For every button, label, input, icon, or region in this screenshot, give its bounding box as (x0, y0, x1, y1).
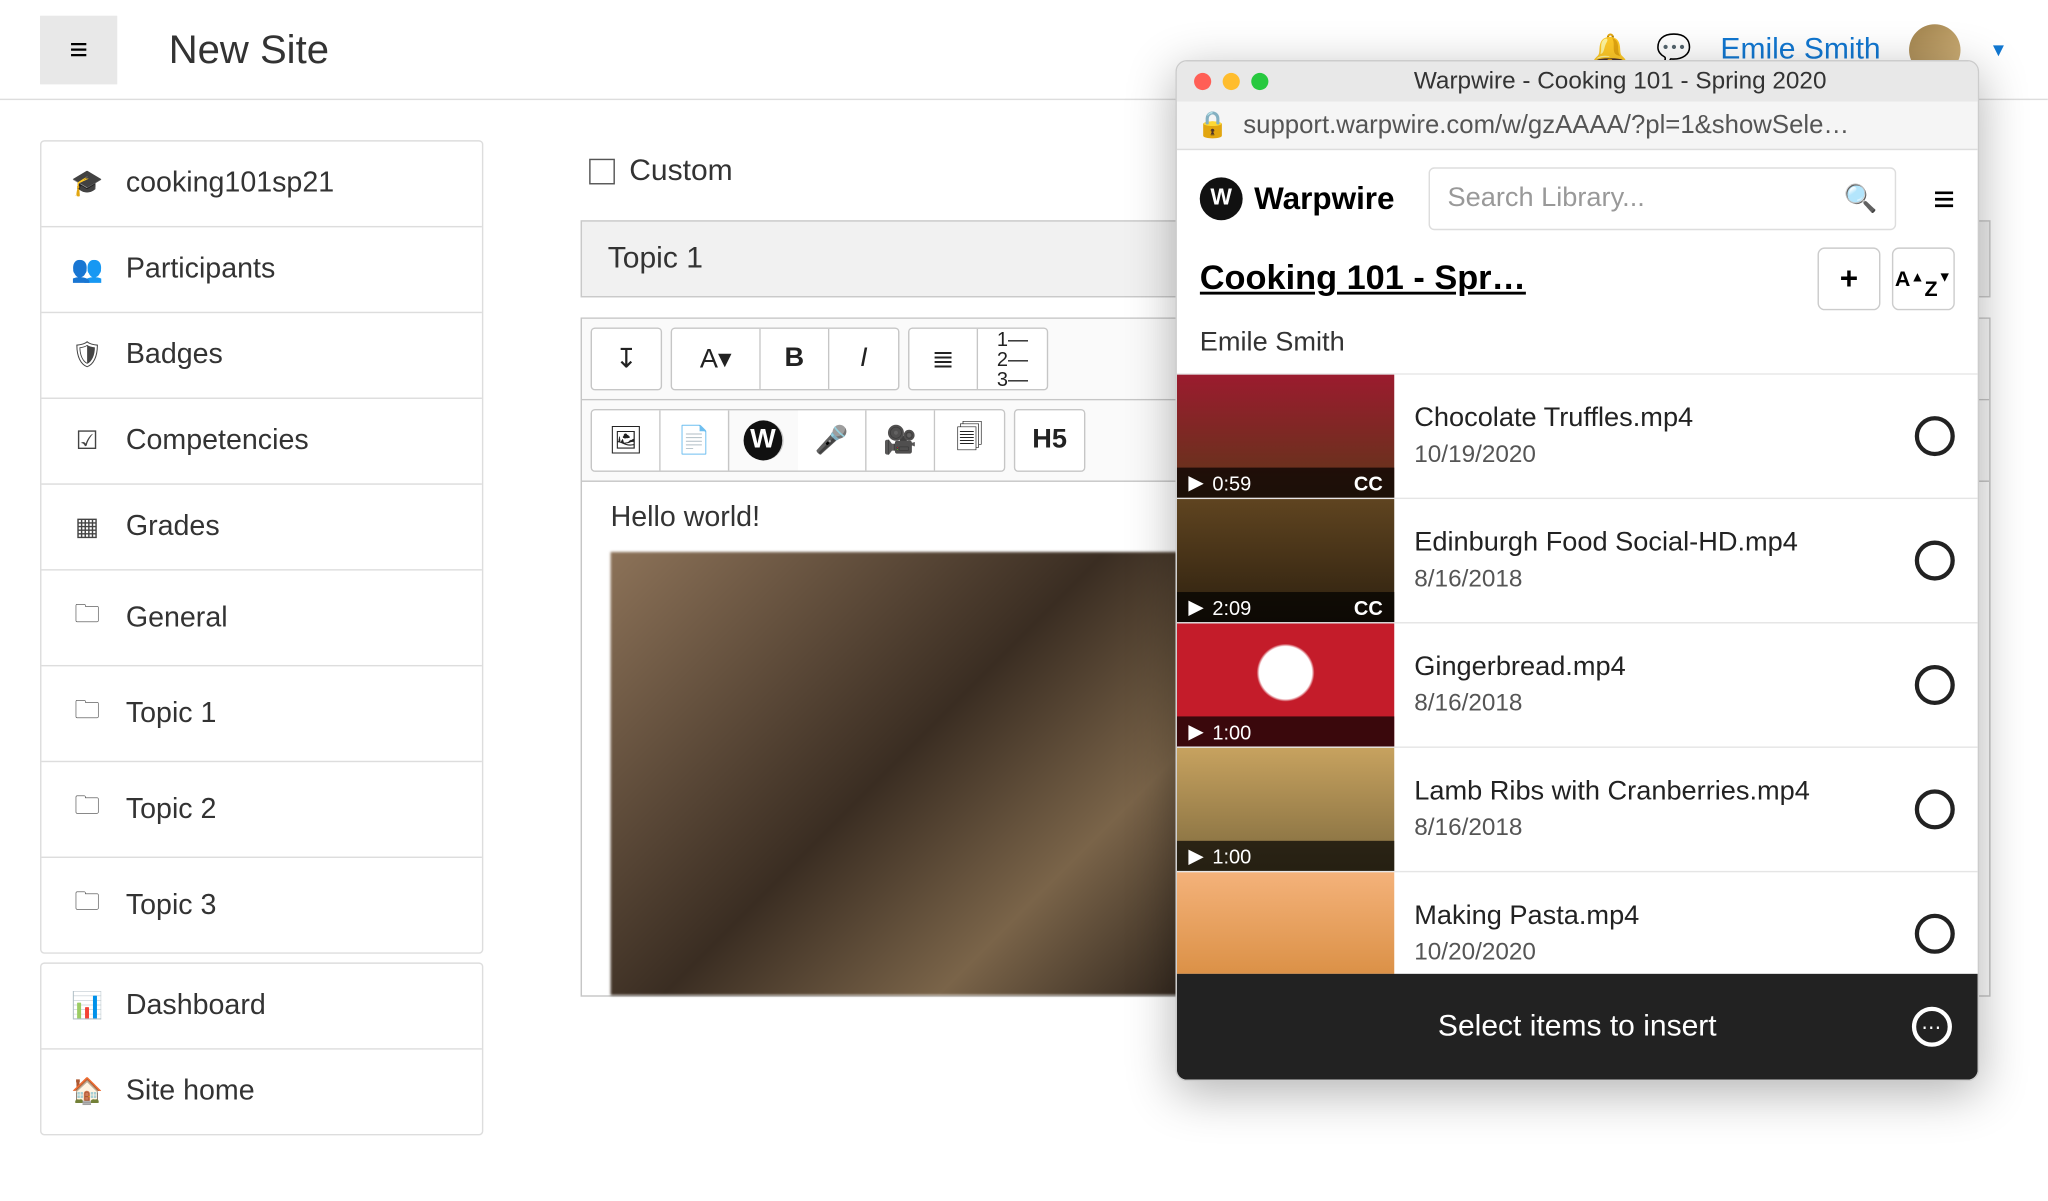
editor-embedded-image (611, 552, 1269, 995)
select-radio[interactable] (1915, 914, 1955, 954)
video-button[interactable]: 🎥 (867, 410, 936, 470)
close-window-icon[interactable] (1194, 73, 1211, 90)
media-thumbnail: ▶ 2:09 CC (1177, 499, 1394, 622)
media-thumbnail: ▶ 0:59 CC (1177, 375, 1394, 498)
dashboard-icon (70, 991, 104, 1021)
window-titlebar: Warpwire - Cooking 101 - Spring 2020 (1177, 61, 1978, 101)
play-icon: ▶ (1188, 844, 1203, 868)
library-owner: Emile Smith (1177, 322, 1978, 373)
url-text: support.warpwire.com/w/gzAAAA/?pl=1&show… (1243, 110, 1849, 140)
users-icon (70, 255, 104, 285)
sidebar-item-badges[interactable]: Badges (41, 313, 481, 399)
sidebar-item-dashboard[interactable]: Dashboard (41, 964, 481, 1050)
sidebar-item-participants[interactable]: Participants (41, 227, 481, 313)
folder-icon (70, 884, 104, 927)
footer-text: Select items to insert (1438, 1010, 1717, 1044)
warpwire-logo: W Warpwire (1200, 177, 1395, 220)
media-filename: Chocolate Truffles.mp4 (1414, 403, 1894, 434)
search-input[interactable]: Search Library... 🔍 (1429, 167, 1896, 230)
lock-icon: 🔒 (1197, 110, 1229, 140)
window-title: Warpwire - Cooking 101 - Spring 2020 (1280, 67, 1961, 96)
duration: 1:00 (1212, 720, 1251, 743)
sidebar-item-topic3[interactable]: Topic 3 (41, 858, 481, 952)
sidebar-item-competencies[interactable]: Competencies (41, 399, 481, 485)
media-filename: Making Pasta.mp4 (1414, 901, 1894, 932)
media-item[interactable]: ▶ 1:00 Gingerbread.mp4 8/16/2018 (1177, 622, 1978, 746)
toolbar-toggle-button[interactable]: ↧ (592, 329, 661, 389)
select-radio[interactable] (1915, 416, 1955, 456)
cc-badge: CC (1354, 471, 1383, 494)
sort-button[interactable]: A▲Z▼ (1892, 247, 1955, 310)
media-filename: Edinburgh Food Social-HD.mp4 (1414, 528, 1894, 559)
folder-icon (70, 596, 104, 639)
media-date: 8/16/2018 (1414, 565, 1894, 594)
media-filename: Lamb Ribs with Cranberries.mp4 (1414, 776, 1894, 807)
sidebar-item-sitehome[interactable]: Site home (41, 1050, 481, 1134)
bold-button[interactable]: B (761, 329, 830, 389)
select-radio[interactable] (1915, 665, 1955, 705)
home-icon (70, 1077, 104, 1107)
more-options-icon[interactable]: ⋯ (1912, 1007, 1952, 1047)
italic-button[interactable]: I (829, 329, 898, 389)
media-date: 10/20/2020 (1414, 938, 1894, 967)
media-thumbnail: ▶ 1:00 (1177, 748, 1394, 871)
play-icon: ▶ (1188, 719, 1203, 743)
play-icon: ▶ (1188, 470, 1203, 494)
media-item[interactable]: Making Pasta.mp4 10/20/2020 (1177, 871, 1978, 974)
cc-badge: CC (1354, 596, 1383, 619)
media-date: 8/16/2018 (1414, 689, 1894, 718)
duration: 1:00 (1212, 844, 1251, 867)
media-thumbnail (1177, 872, 1394, 974)
warpwire-popup-window: Warpwire - Cooking 101 - Spring 2020 🔒 s… (1175, 60, 1979, 1081)
folder-icon (70, 788, 104, 831)
warpwire-button[interactable]: W (744, 420, 784, 460)
image-button[interactable]: 🖼 (592, 410, 661, 470)
play-icon: ▶ (1188, 595, 1203, 619)
graduation-icon (70, 169, 104, 199)
files-button[interactable]: 🗐 (935, 410, 1004, 470)
custom-label: Custom (629, 154, 732, 188)
shield-icon (70, 340, 104, 370)
duration: 0:59 (1212, 471, 1251, 494)
media-thumbnail: ▶ 1:00 (1177, 623, 1394, 746)
grid-icon (70, 512, 104, 542)
duration: 2:09 (1212, 596, 1251, 619)
bullet-list-button[interactable]: ≣ (909, 329, 978, 389)
user-menu-caret-icon[interactable]: ▼ (1989, 39, 2007, 60)
main-menu-toggle[interactable]: ≡ (40, 15, 117, 84)
minimize-window-icon[interactable] (1223, 73, 1240, 90)
media-item[interactable]: ▶ 2:09 CC Edinburgh Food Social-HD.mp4 8/1… (1177, 498, 1978, 622)
font-style-button[interactable]: A▾ (672, 329, 761, 389)
media-date: 8/16/2018 (1414, 814, 1894, 843)
sidebar-item-topic2[interactable]: Topic 2 (41, 762, 481, 858)
h5p-button[interactable]: H5 (1015, 410, 1084, 470)
numbered-list-button[interactable]: 1—2—3— (978, 329, 1047, 389)
custom-checkbox[interactable] (589, 159, 615, 185)
search-icon: 🔍 (1843, 182, 1877, 216)
maximize-window-icon[interactable] (1251, 73, 1268, 90)
sidebar-item-grades[interactable]: Grades (41, 485, 481, 571)
media-item[interactable]: ▶ 0:59 CC Chocolate Truffles.mp4 10/19/202… (1177, 373, 1978, 497)
warpwire-menu-button[interactable]: ≡ (1933, 177, 1955, 221)
check-icon (70, 426, 104, 456)
add-button[interactable]: + (1818, 247, 1881, 310)
sidebar-item-topic1[interactable]: Topic 1 (41, 666, 481, 762)
sidebar-item-general[interactable]: General (41, 571, 481, 667)
library-title[interactable]: Cooking 101 - Spr… (1200, 259, 1806, 299)
media-filename: Gingerbread.mp4 (1414, 652, 1894, 683)
select-radio[interactable] (1915, 789, 1955, 829)
select-radio[interactable] (1915, 541, 1955, 581)
sidebar-item-course[interactable]: cooking101sp21 (41, 142, 481, 228)
file-button[interactable]: 📄 (661, 410, 730, 470)
media-date: 10/19/2020 (1414, 440, 1894, 469)
mic-button[interactable]: 🎤 (798, 410, 867, 470)
popup-footer: Select items to insert ⋯ (1177, 974, 1978, 1080)
nav-group-site: Dashboard Site home (40, 962, 483, 1135)
folder-icon (70, 692, 104, 735)
media-item[interactable]: ▶ 1:00 Lamb Ribs with Cranberries.mp4 8/1… (1177, 746, 1978, 870)
nav-group-course: cooking101sp21 Participants Badges Compe… (40, 140, 483, 954)
site-title: New Site (169, 26, 329, 72)
